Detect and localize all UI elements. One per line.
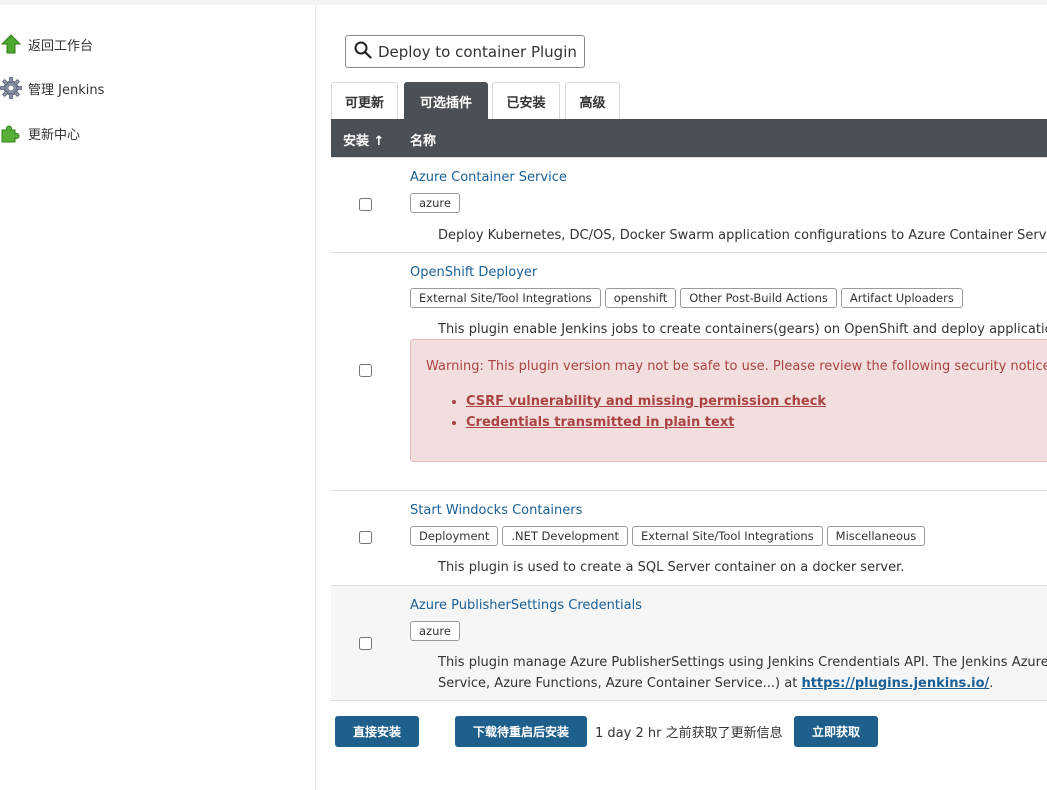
- tag[interactable]: External Site/Tool Integrations: [631, 526, 823, 546]
- up-arrow-icon: [0, 33, 22, 55]
- search-icon: [354, 41, 372, 63]
- tag-list: External Site/Tool Integrations openshif…: [410, 288, 963, 308]
- warning-text: Warning: This plugin version may not be …: [426, 359, 1047, 374]
- plugins-site-link[interactable]: https://plugins.jenkins.io/: [801, 676, 989, 691]
- install-checkbox[interactable]: [359, 364, 372, 377]
- install-checkbox[interactable]: [359, 531, 372, 544]
- description-suffix: .: [989, 676, 994, 691]
- description-line: Service, Azure Functions, Azure Containe…: [438, 676, 802, 691]
- security-notice-list: CSRF vulnerability and missing permissio…: [426, 391, 826, 433]
- puzzle-icon: [0, 122, 22, 144]
- tag[interactable]: External Site/Tool Integrations: [410, 288, 601, 308]
- tab-updates[interactable]: 可更新: [331, 82, 398, 119]
- plugin-name-link[interactable]: Azure PublisherSettings Credentials: [410, 598, 642, 613]
- sidebar-item-label: 返回工作台: [28, 38, 94, 54]
- list-item: Credentials transmitted in plain text: [466, 412, 826, 433]
- search-input[interactable]: [378, 42, 578, 61]
- download-restart-button[interactable]: 下载待重启后安装: [455, 716, 587, 747]
- tag[interactable]: azure: [410, 621, 460, 641]
- table-header: 安装 ↑ 名称: [331, 119, 1047, 157]
- tab-advanced[interactable]: 高级: [565, 82, 620, 119]
- check-now-button[interactable]: 立即获取: [794, 716, 878, 747]
- security-notice-link[interactable]: CSRF vulnerability and missing permissio…: [466, 394, 826, 409]
- install-checkbox[interactable]: [359, 637, 372, 650]
- column-header-install[interactable]: 安装 ↑: [343, 130, 384, 149]
- sidebar-item-update-center[interactable]: 更新中心: [0, 120, 80, 146]
- plugin-filter-box[interactable]: [345, 35, 585, 68]
- tab-available[interactable]: 可选插件: [404, 82, 488, 119]
- plugin-description: This plugin manage Azure PublisherSettin…: [438, 652, 1047, 694]
- tag-list: azure: [410, 621, 460, 641]
- tag-list: Deployment .NET Development External Sit…: [410, 526, 926, 546]
- tag[interactable]: Other Post-Build Actions: [680, 288, 837, 308]
- sidebar-item-label: 更新中心: [28, 127, 81, 143]
- install-now-button[interactable]: 直接安装: [335, 716, 419, 747]
- sidebar-item-manage-jenkins[interactable]: 管理 Jenkins: [0, 75, 104, 101]
- table-row: Azure Container Service azure Deploy Kub…: [331, 157, 1047, 252]
- plugin-description: This plugin is used to create a SQL Serv…: [438, 560, 905, 575]
- plugin-name-link[interactable]: Azure Container Service: [410, 170, 567, 185]
- sidebar: 返回工作台 管理 Jenkins 更新中心: [0, 5, 316, 790]
- security-warning: Warning: This plugin version may not be …: [410, 339, 1047, 462]
- plugin-name-link[interactable]: OpenShift Deployer: [410, 265, 537, 280]
- tab-installed[interactable]: 已安装: [492, 82, 560, 119]
- tag[interactable]: openshift: [604, 288, 677, 308]
- tag-list: azure: [410, 193, 460, 213]
- list-item: CSRF vulnerability and missing permissio…: [466, 391, 826, 412]
- sidebar-item-label: 管理 Jenkins: [28, 82, 105, 98]
- update-info-text: 1 day 2 hr 之前获取了更新信息: [595, 726, 783, 741]
- tag[interactable]: Deployment: [410, 526, 499, 546]
- install-checkbox[interactable]: [359, 198, 372, 211]
- tag[interactable]: .NET Development: [502, 526, 628, 546]
- sidebar-item-back-to-dashboard[interactable]: 返回工作台: [0, 31, 93, 57]
- security-notice-link[interactable]: Credentials transmitted in plain text: [466, 415, 734, 430]
- table-row: OpenShift Deployer External Site/Tool In…: [331, 252, 1047, 490]
- tag[interactable]: Artifact Uploaders: [840, 288, 963, 308]
- table-row: Start Windocks Containers Deployment .NE…: [331, 490, 1047, 585]
- description-line: This plugin manage Azure PublisherSettin…: [438, 655, 1047, 670]
- tag[interactable]: azure: [410, 193, 460, 213]
- table-bottom-divider: [331, 700, 1047, 701]
- table-row: Azure PublisherSettings Credentials azur…: [331, 585, 1047, 700]
- gear-icon: [0, 77, 22, 99]
- plugin-description: This plugin enable Jenkins jobs to creat…: [438, 322, 1047, 337]
- plugin-name-link[interactable]: Start Windocks Containers: [410, 503, 582, 518]
- tag[interactable]: Miscellaneous: [826, 526, 926, 546]
- column-header-name[interactable]: 名称: [410, 130, 436, 149]
- plugin-description: Deploy Kubernetes, DC/OS, Docker Swarm a…: [438, 228, 1047, 243]
